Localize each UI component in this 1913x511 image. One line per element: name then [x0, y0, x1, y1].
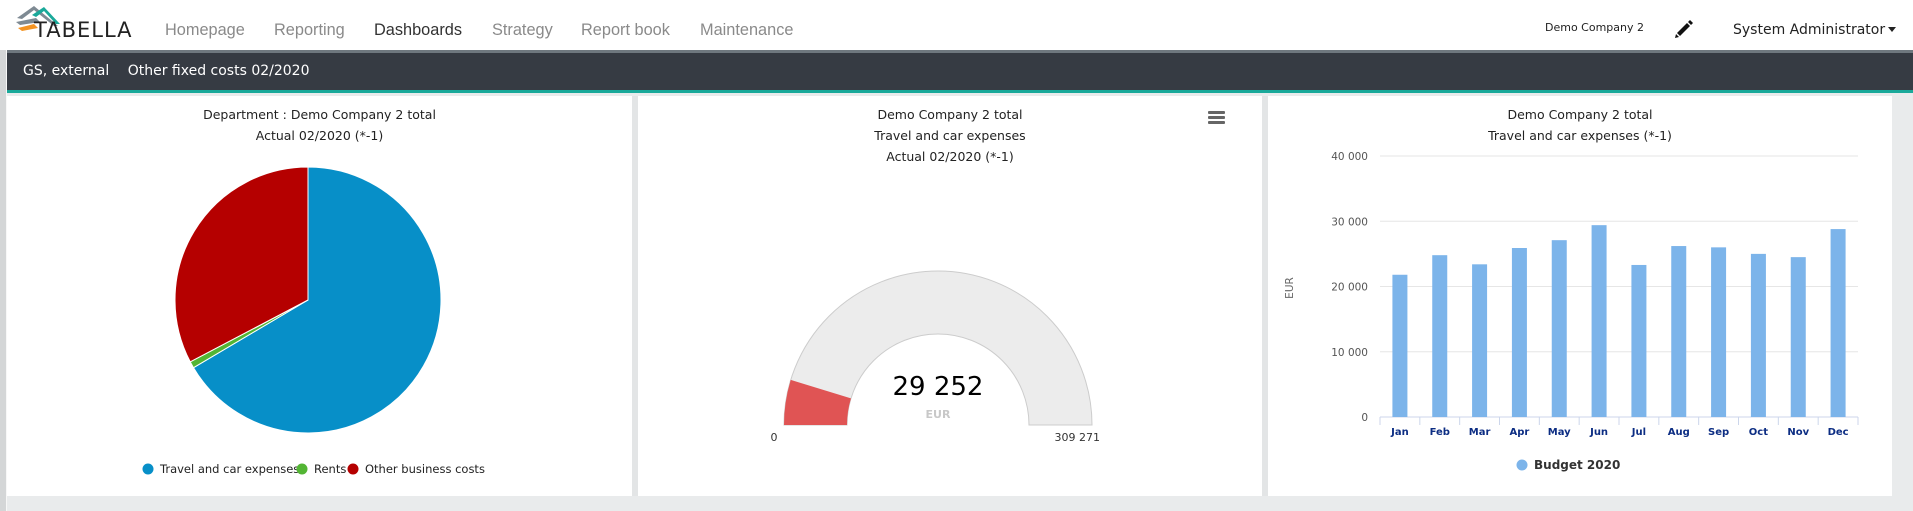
bar-may[interactable]: [1551, 240, 1567, 417]
nav-report-book[interactable]: Report book: [581, 20, 670, 40]
x-tick-label: Dec: [1828, 427, 1849, 438]
nav-strategy[interactable]: Strategy: [492, 20, 553, 40]
bar-jun[interactable]: [1591, 225, 1607, 417]
gauge-unit: EUR: [926, 408, 951, 421]
bar-apr[interactable]: [1511, 248, 1527, 417]
x-tick-label: Nov: [1787, 427, 1809, 438]
bar-nov[interactable]: [1790, 257, 1806, 417]
x-tick-label: Sep: [1708, 427, 1729, 438]
legend-label-rents[interactable]: Rents: [314, 462, 346, 476]
legend-label-other[interactable]: Other business costs: [365, 462, 485, 476]
y-axis-label: EUR: [1284, 277, 1296, 299]
legend-label-travel[interactable]: Travel and car expenses: [159, 462, 299, 476]
y-tick-label: 0: [1361, 412, 1368, 424]
top-navbar: TABELLA Homepage Reporting Dashboards St…: [0, 0, 1913, 50]
bar-jul[interactable]: [1631, 264, 1647, 417]
x-tick-label: Oct: [1749, 427, 1768, 438]
x-tick-label: Apr: [1509, 427, 1529, 438]
legend-marker-other: [347, 463, 359, 475]
bar-aug[interactable]: [1671, 246, 1687, 417]
x-tick-label: Jun: [1589, 427, 1608, 438]
y-tick-label: 30 000: [1331, 216, 1368, 228]
gauge-min-label: 0: [771, 431, 778, 444]
legend-marker-rents: [296, 463, 308, 475]
x-tick-label: May: [1548, 427, 1571, 438]
user-name: System Administrator: [1733, 22, 1886, 38]
gauge-chart: 29 252 EUR 0 309 271: [771, 270, 1101, 444]
y-tick-label: 20 000: [1331, 282, 1368, 294]
logo-text: TABELLA: [34, 18, 133, 42]
gauge-max-label: 309 271: [1055, 431, 1101, 444]
bar-mar[interactable]: [1472, 264, 1488, 417]
context-bar: GS, external Other fixed costs 02/2020: [7, 50, 1913, 93]
bar-dec[interactable]: [1830, 229, 1846, 417]
caret-down-icon: [1888, 26, 1897, 32]
x-tick-label: Jan: [1390, 427, 1409, 438]
pie-chart: Travel and car expenses Rents Other busi…: [142, 166, 485, 476]
pie-chart-card: Department : Demo Company 2 total Actual…: [7, 96, 632, 496]
tabella-logo[interactable]: TABELLA: [14, 4, 154, 44]
legend-marker-travel: [142, 463, 154, 475]
bar-chart: 0 10 000 20 000 30 000 40 000 EUR Jan Fe…: [1284, 151, 1859, 472]
edit-button[interactable]: [1673, 18, 1695, 40]
nav-reporting[interactable]: Reporting: [274, 20, 345, 40]
context-scope: GS, external: [23, 63, 110, 79]
bar-sep[interactable]: [1711, 247, 1727, 417]
left-scroll-strip: [0, 50, 7, 511]
bar-feb[interactable]: [1432, 255, 1448, 417]
bar-jan[interactable]: [1392, 274, 1408, 417]
nav-dashboards[interactable]: Dashboards: [374, 20, 462, 40]
company-selector[interactable]: Demo Company 2: [1545, 21, 1644, 34]
bar-chart-card: Demo Company 2 total Travel and car expe…: [1268, 96, 1892, 496]
context-title: Other fixed costs 02/2020: [127, 63, 310, 79]
x-tick-label: Mar: [1469, 427, 1491, 438]
nav-maintenance[interactable]: Maintenance: [700, 20, 793, 40]
gauge-chart-card: Demo Company 2 total Travel and car expe…: [638, 96, 1262, 496]
legend-label-budget[interactable]: Budget 2020: [1534, 458, 1620, 472]
pencil-icon: [1675, 20, 1693, 38]
y-tick-label: 40 000: [1331, 151, 1368, 163]
x-tick-label: Jul: [1631, 427, 1646, 438]
bar-oct[interactable]: [1750, 253, 1766, 417]
legend-marker-budget: [1516, 459, 1528, 471]
y-tick-label: 10 000: [1331, 347, 1368, 359]
user-menu[interactable]: System Administrator: [1733, 22, 1897, 38]
nav-homepage[interactable]: Homepage: [165, 20, 245, 40]
main-nav: Homepage Reporting Dashboards Strategy R…: [165, 20, 823, 40]
right-background: [1892, 96, 1913, 511]
x-tick-label: Aug: [1668, 427, 1690, 438]
gauge-value: 29 252: [893, 372, 984, 402]
x-tick-label: Feb: [1430, 427, 1450, 438]
